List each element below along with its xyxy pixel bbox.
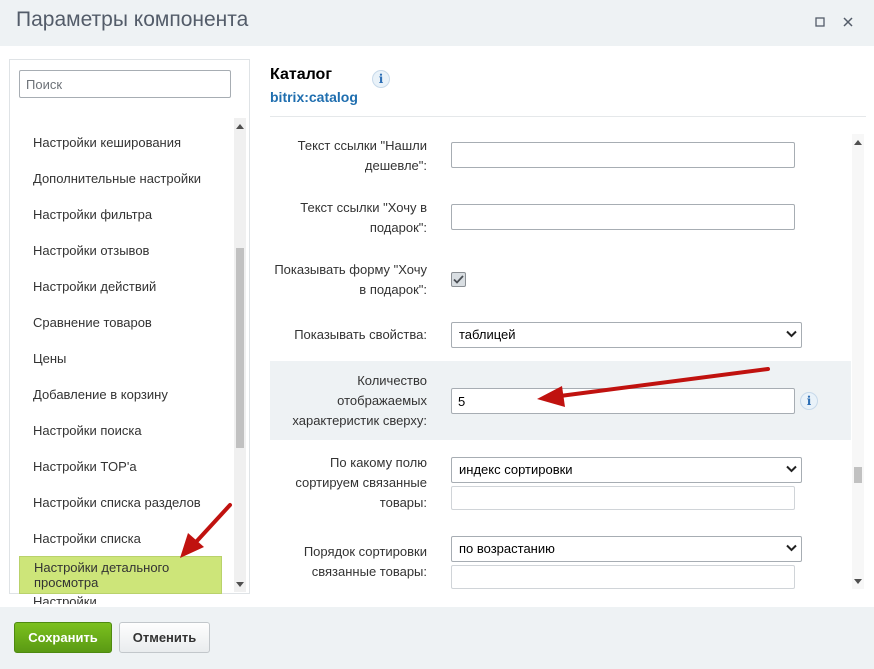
related-sort-field-custom-input[interactable] — [451, 486, 795, 510]
cheaper-link-text-input[interactable] — [451, 142, 795, 168]
field-label: Количество отображаемых характеристик св… — [292, 373, 427, 428]
sidebar-item-list[interactable]: Настройки списка — [19, 520, 232, 556]
component-code: bitrix:catalog — [270, 89, 358, 105]
info-icon[interactable]: i — [800, 392, 818, 410]
scroll-down-icon[interactable] — [853, 576, 863, 586]
info-icon[interactable]: i — [372, 70, 390, 88]
sidebar-item-detail-view[interactable]: Настройки детального просмотра — [19, 556, 222, 594]
top-properties-count-input[interactable] — [451, 388, 795, 414]
chevron-down-icon — [786, 465, 797, 473]
sidebar-scrollbar[interactable] — [234, 118, 246, 592]
scroll-up-icon[interactable] — [235, 121, 245, 131]
search-input[interactable] — [19, 70, 231, 98]
field-label: Текст ссылки "Нашли дешевле": — [297, 138, 427, 173]
field-label: По какому полю сортируем связанные товар… — [295, 455, 427, 510]
sidebar-item-prices[interactable]: Цены — [19, 340, 232, 376]
form-scroll-thumb[interactable] — [854, 467, 862, 483]
sidebar-item-top[interactable]: Настройки TOP'а — [19, 448, 232, 484]
scroll-up-icon[interactable] — [853, 137, 863, 147]
save-button[interactable]: Сохранить — [14, 622, 112, 653]
dialog-titlebar: Параметры компонента — [0, 0, 874, 46]
sidebar-item-section-list[interactable]: Настройки списка разделов — [19, 484, 232, 520]
dialog-title: Параметры компонента — [16, 8, 249, 31]
maximize-icon[interactable] — [812, 14, 828, 30]
header-divider — [270, 116, 866, 117]
select-value: таблицей — [459, 327, 516, 342]
sidebar-scroll-thumb[interactable] — [236, 248, 244, 448]
form-scrollbar[interactable] — [852, 134, 864, 589]
field-label: Текст ссылки "Хочу в подарок": — [300, 200, 427, 235]
select-value: по возрастанию — [459, 541, 555, 556]
cancel-button[interactable]: Отменить — [119, 622, 210, 653]
show-gift-form-checkbox[interactable] — [451, 272, 466, 287]
sidebar-item-reviews[interactable]: Настройки отзывов — [19, 232, 232, 268]
chevron-down-icon — [786, 330, 797, 338]
select-value: индекс сортировки — [459, 462, 573, 477]
sidebar-item-actions[interactable]: Настройки действий — [19, 268, 232, 304]
field-label: Порядок сортировки связанные товары: — [303, 544, 427, 579]
sidebar-item-filter[interactable]: Настройки фильтра — [19, 196, 232, 232]
field-label: Показывать форму "Хочу в подарок": — [274, 262, 427, 297]
settings-sidebar: Настройки кеширования Дополнительные нас… — [9, 59, 250, 604]
related-sort-field-select[interactable]: индекс сортировки — [451, 457, 802, 483]
show-properties-select[interactable]: таблицей — [451, 322, 802, 348]
sidebar-item-additional[interactable]: Дополнительные настройки — [19, 160, 232, 196]
sidebar-item-caching[interactable]: Настройки кеширования — [19, 124, 232, 160]
close-icon[interactable] — [840, 14, 856, 30]
field-label: Показывать свойства: — [294, 327, 427, 342]
related-sort-order-custom-input[interactable] — [451, 565, 795, 589]
scroll-down-icon[interactable] — [235, 579, 245, 589]
gift-link-text-input[interactable] — [451, 204, 795, 230]
chevron-down-icon — [786, 544, 797, 552]
parameters-form: Текст ссылки "Нашли дешевле": Текст ссыл… — [270, 124, 851, 594]
sidebar-item-add-to-cart[interactable]: Добавление в корзину — [19, 376, 232, 412]
related-sort-order-select[interactable]: по возрастанию — [451, 536, 802, 562]
component-title: Каталог — [270, 66, 332, 83]
sidebar-item-compare[interactable]: Сравнение товаров — [19, 304, 232, 340]
sidebar-menu: Настройки кеширования Дополнительные нас… — [19, 124, 232, 604]
sidebar-item-search[interactable]: Настройки поиска — [19, 412, 232, 448]
dialog-content: Настройки кеширования Дополнительные нас… — [0, 46, 874, 607]
dialog-footer: Сохранить Отменить — [0, 607, 874, 669]
sidebar-item-more[interactable]: Настройки... — [19, 594, 232, 604]
